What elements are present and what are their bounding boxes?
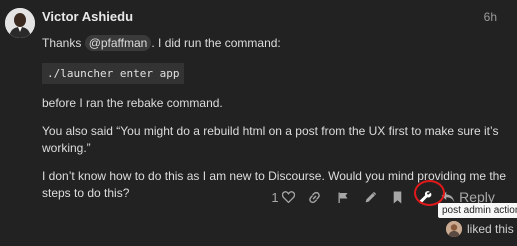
paragraph-rebake: before I ran the rebake command. — [42, 96, 223, 110]
like-button[interactable]: 1 — [266, 186, 300, 208]
thanks-suffix: . I did run the command: — [151, 36, 281, 50]
username[interactable]: Victor Ashiedu — [42, 9, 133, 24]
paragraph-thanks: Thanks @pfaffman. I did run the command: — [42, 35, 507, 52]
admin-actions-tooltip: post admin actions — [438, 203, 517, 218]
pencil-icon — [365, 191, 376, 202]
link-icon — [309, 191, 320, 203]
thanks-prefix: Thanks — [42, 36, 85, 50]
like-count[interactable]: 1 — [271, 190, 278, 205]
user-avatar[interactable] — [5, 8, 35, 38]
post: Victor Ashiedu 6h Thanks @pfaffman. I di… — [0, 0, 517, 246]
liked-this-text: liked this — [467, 222, 514, 236]
liked-by-row: liked this — [446, 221, 514, 237]
liker-avatar[interactable] — [446, 221, 462, 237]
code-block: ./launcher enter app — [42, 63, 185, 84]
post-timestamp[interactable]: 6h — [484, 10, 497, 24]
flag-icon — [338, 192, 347, 203]
flag-button[interactable] — [329, 186, 356, 208]
heart-icon — [281, 191, 295, 203]
paragraph-quote: You also said “You might do a rebuild ht… — [42, 124, 499, 155]
copy-link-button[interactable] — [300, 186, 329, 208]
user-mention[interactable]: @pfaffman — [84, 35, 152, 51]
bookmark-button[interactable] — [384, 186, 410, 208]
edit-button[interactable] — [356, 186, 384, 208]
bookmark-icon — [393, 191, 401, 203]
